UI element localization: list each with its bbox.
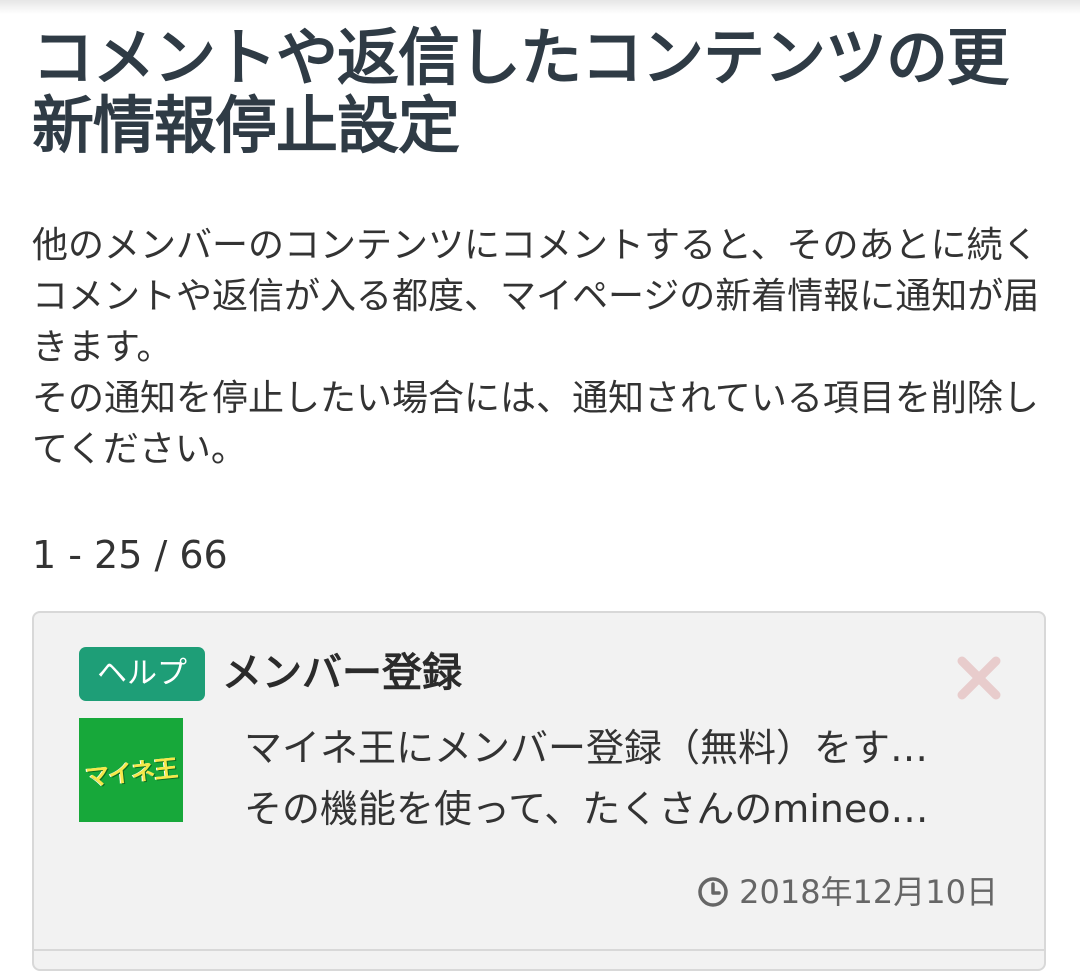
close-icon — [957, 656, 1001, 700]
item-excerpt-line-1: マイネ王にメンバー登録（無料）をす… — [244, 726, 929, 770]
item-title[interactable]: メンバー登録 — [222, 643, 462, 703]
pagination-count: 1 - 25 / 66 — [32, 533, 228, 577]
delete-button[interactable] — [954, 653, 1004, 703]
top-bar-shadow — [0, 0, 1080, 14]
item-thumbnail[interactable]: マイネ王 — [79, 718, 183, 822]
item-date: 2018年12月10日 — [697, 867, 998, 917]
item-date-text: 2018年12月10日 — [739, 873, 998, 911]
page-title: コメントや返信したコンテンツの更新情報停止設定 — [32, 21, 1009, 162]
list-item[interactable]: ヘルプ メンバー登録 マイネ王 マイネ王にメンバー登録（無料）をす… その機能を… — [32, 611, 1046, 971]
mineo-logo: マイネ王 — [84, 753, 179, 792]
item-excerpt-line-2: その機能を使って、たくさんのmineo… — [244, 787, 929, 831]
category-badge: ヘルプ — [79, 647, 205, 701]
card-divider — [34, 949, 1044, 951]
page-description: 他のメンバーのコンテンツにコメントすると、そのあとに続くコメントや返信が入る都度… — [32, 225, 1040, 470]
clock-icon — [698, 877, 728, 907]
